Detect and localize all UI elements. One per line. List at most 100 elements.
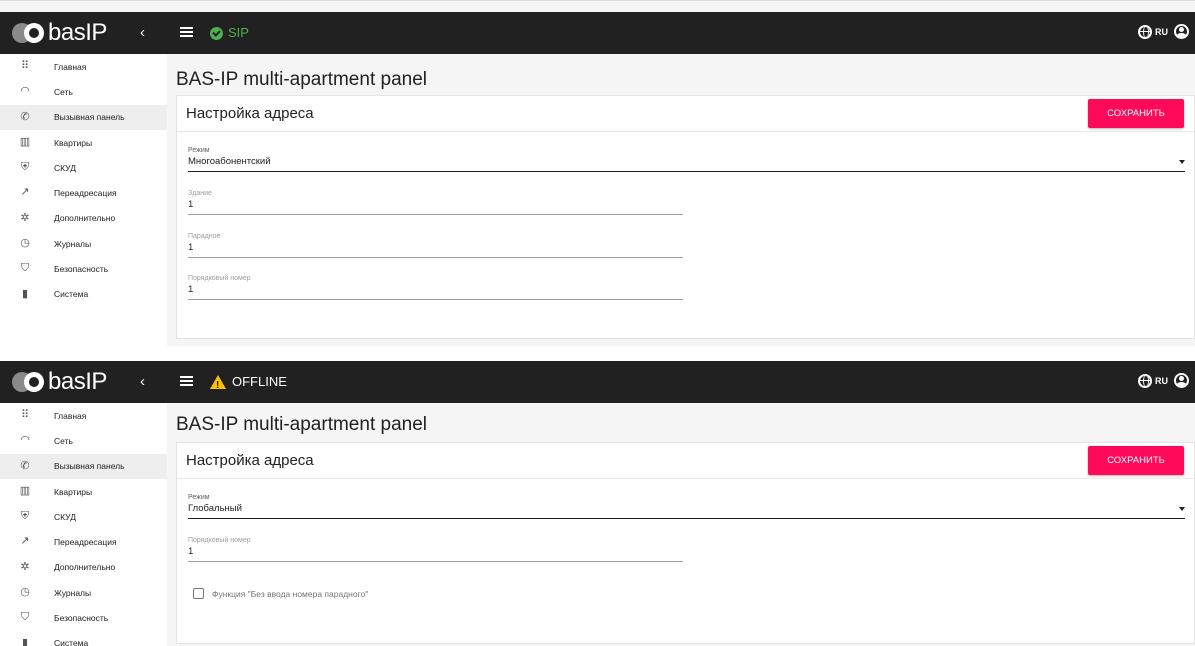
sidebar-item-label: Дополнительно bbox=[54, 562, 116, 573]
history-icon: ◷ bbox=[20, 586, 30, 599]
menu-icon[interactable] bbox=[180, 376, 193, 386]
no-entrance-number-option[interactable]: Функция "Без ввода номера парадного" bbox=[193, 588, 368, 599]
sidebar-item-apartments[interactable]: ▥ Квартиры bbox=[0, 479, 167, 504]
screenshot-sip: basIP ‹ SIP RU ⠿ Главная ◠ Сеть ✆ Вызывная … bbox=[0, 0, 1195, 346]
sidebar-item-network[interactable]: ◠ Сеть bbox=[0, 428, 167, 453]
mode-value: Многоабонентский bbox=[188, 156, 271, 167]
brand-logo[interactable]: basIP bbox=[12, 18, 107, 48]
card-title: Настройка адреса bbox=[186, 452, 314, 469]
sidebar-item-label: Квартиры bbox=[54, 137, 93, 148]
history-icon: ◷ bbox=[20, 237, 30, 250]
account-icon[interactable] bbox=[1174, 24, 1189, 39]
apps-icon: ⠿ bbox=[20, 409, 30, 421]
brand-logo[interactable]: basIP bbox=[12, 367, 107, 397]
brand-name: basIP bbox=[48, 368, 107, 395]
card-header: Настройка адреса СОХРАНИТЬ bbox=[177, 96, 1194, 132]
card-header: Настройка адреса СОХРАНИТЬ bbox=[177, 443, 1194, 479]
serial-number-underline bbox=[188, 561, 683, 562]
card-title: Настройка адреса bbox=[186, 105, 314, 122]
entrance-field[interactable]: Парадное 1 bbox=[188, 232, 683, 258]
sidebar-item-logs[interactable]: ◷ Журналы bbox=[0, 231, 167, 256]
globe-icon[interactable] bbox=[1138, 373, 1152, 388]
phone-icon: ✆ bbox=[20, 110, 30, 123]
sidebar-item-label: Дополнительно bbox=[54, 213, 116, 224]
gear-icon: ✲ bbox=[20, 211, 30, 224]
language-selector[interactable]: RU bbox=[1155, 27, 1168, 37]
account-icon[interactable] bbox=[1174, 373, 1189, 388]
connection-status: SIP bbox=[210, 24, 249, 42]
warning-icon bbox=[210, 375, 226, 395]
sidebar-item-label: Переадресация bbox=[54, 188, 117, 199]
sidebar-item-label: Сеть bbox=[54, 86, 73, 97]
sidebar-item-label: Главная bbox=[54, 410, 87, 421]
address-settings-card: Настройка адреса СОХРАНИТЬ Режим Многоаб… bbox=[176, 95, 1195, 339]
gear-icon: ✲ bbox=[20, 560, 30, 573]
sidebar-item-label: Квартиры bbox=[54, 486, 93, 497]
brand-name: basIP bbox=[48, 19, 107, 46]
check-circle-icon bbox=[210, 26, 223, 40]
sidebar-item-system[interactable]: ▮ Система bbox=[0, 282, 167, 307]
building-icon: ▥ bbox=[19, 484, 31, 497]
sidebar-item-label: СКУД bbox=[54, 511, 76, 522]
sidebar-item-label: Журналы bbox=[54, 587, 92, 598]
sidebar-item-logs[interactable]: ◷ Журналы bbox=[0, 580, 167, 605]
sidebar-item-label: Главная bbox=[54, 61, 87, 72]
status-text: OFFLINE bbox=[232, 374, 287, 389]
shield-icon: ⛨ bbox=[20, 161, 30, 174]
sidebar-item-forwarding[interactable]: ↗ Переадресация bbox=[0, 529, 167, 554]
serial-number-value: 1 bbox=[188, 546, 194, 557]
call-forward-icon: ↗ bbox=[20, 535, 30, 548]
sidebar-item-label: Журналы bbox=[54, 238, 92, 249]
sidebar-item-call-panel[interactable]: ✆ Вызывная панель bbox=[0, 104, 167, 130]
serial-number-underline bbox=[188, 299, 683, 300]
sidebar-item-label: Переадресация bbox=[54, 537, 117, 548]
sidebar-item-access-control[interactable]: ⛨ СКУД bbox=[0, 504, 167, 529]
sidebar-item-security[interactable]: ⛉ Безопасность bbox=[0, 256, 167, 281]
sidebar-item-call-panel[interactable]: ✆ Вызывная панель bbox=[0, 453, 167, 479]
screenshot-offline: basIP ‹ OFFLINE RU ⠿ Главная ◠ Сеть ✆ Вызыв… bbox=[0, 361, 1195, 646]
security-icon: ⛉ bbox=[20, 262, 30, 275]
mode-select[interactable]: Режим Глобальный bbox=[188, 493, 1185, 519]
dropdown-arrow-icon bbox=[1179, 160, 1185, 164]
dropdown-arrow-icon bbox=[1179, 507, 1185, 511]
serial-number-label: Порядковый номер bbox=[188, 275, 251, 282]
collapse-sidebar-button[interactable]: ‹ bbox=[140, 23, 145, 43]
menu-icon[interactable] bbox=[180, 27, 193, 37]
globe-icon[interactable] bbox=[1138, 24, 1152, 39]
save-button[interactable]: СОХРАНИТЬ bbox=[1088, 446, 1184, 475]
sidebar-item-label: Безопасность bbox=[54, 613, 109, 624]
entrance-underline bbox=[188, 257, 683, 258]
sidebar-item-apartments[interactable]: ▥ Квартиры bbox=[0, 130, 167, 155]
sidebar-item-forwarding[interactable]: ↗ Переадресация bbox=[0, 180, 167, 205]
sidebar-item-system[interactable]: ▮ Система bbox=[0, 631, 167, 646]
sidebar-item-security[interactable]: ⛉ Безопасность bbox=[0, 605, 167, 630]
serial-number-field[interactable]: Порядковый номер 1 bbox=[188, 536, 683, 562]
sidebar: ⠿ Главная ◠ Сеть ✆ Вызывная панель ▥ Квартир… bbox=[0, 54, 167, 346]
top-app-bar: basIP ‹ OFFLINE RU bbox=[0, 361, 1195, 403]
sidebar-item-home[interactable]: ⠿ Главная bbox=[0, 403, 167, 428]
shield-icon: ⛨ bbox=[20, 510, 30, 523]
sidebar-item-access-control[interactable]: ⛨ СКУД bbox=[0, 155, 167, 180]
entrance-value: 1 bbox=[188, 242, 194, 253]
building-underline bbox=[188, 214, 683, 215]
sidebar-item-home[interactable]: ⠿ Главная bbox=[0, 54, 167, 79]
call-forward-icon: ↗ bbox=[20, 186, 30, 199]
building-field[interactable]: Здание 1 bbox=[188, 189, 683, 215]
connection-status: OFFLINE bbox=[210, 373, 287, 395]
serial-number-field[interactable]: Порядковый номер 1 bbox=[188, 274, 683, 300]
entrance-label: Парадное bbox=[188, 233, 221, 240]
language-selector[interactable]: RU bbox=[1155, 376, 1168, 386]
top-app-bar: basIP ‹ SIP RU bbox=[0, 12, 1195, 54]
mode-select[interactable]: Режим Многоабонентский bbox=[188, 146, 1185, 172]
no-entrance-number-checkbox[interactable] bbox=[193, 588, 204, 599]
save-button[interactable]: СОХРАНИТЬ bbox=[1088, 99, 1184, 128]
collapse-sidebar-button[interactable]: ‹ bbox=[140, 372, 145, 392]
sidebar-item-label: Вызывная панель bbox=[54, 461, 125, 472]
device-icon: ▮ bbox=[21, 287, 29, 300]
sidebar-item-label: Сеть bbox=[54, 435, 73, 446]
building-value: 1 bbox=[188, 199, 194, 210]
sidebar-item-network[interactable]: ◠ Сеть bbox=[0, 79, 167, 104]
sidebar-item-advanced[interactable]: ✲ Дополнительно bbox=[0, 206, 167, 231]
sidebar-item-advanced[interactable]: ✲ Дополнительно bbox=[0, 555, 167, 580]
mode-label: Режим bbox=[188, 147, 210, 154]
